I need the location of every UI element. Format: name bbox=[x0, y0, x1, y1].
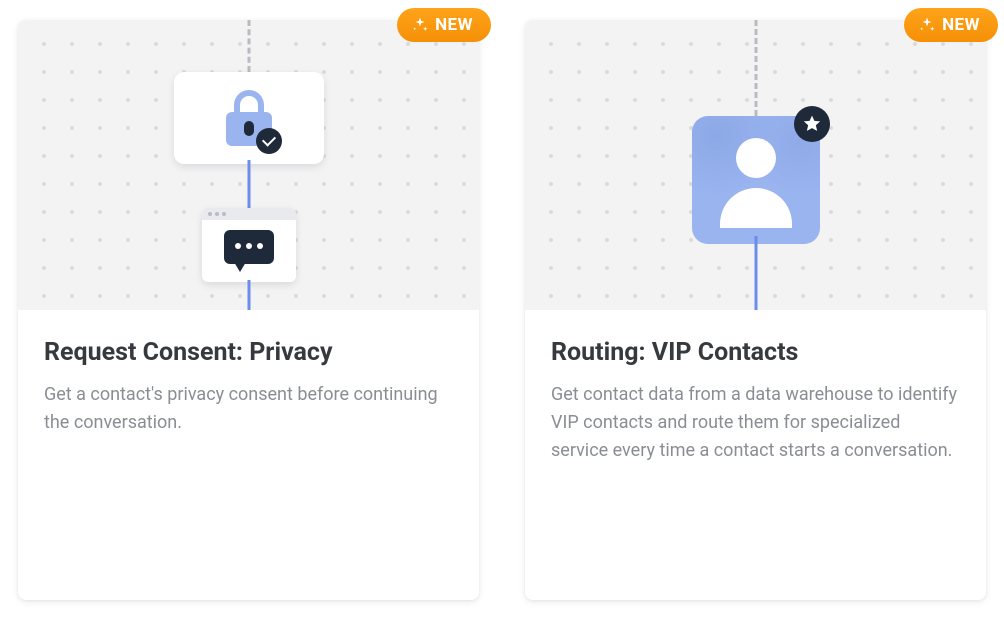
sparkle-icon bbox=[411, 16, 429, 34]
speech-bubble-icon bbox=[224, 230, 274, 264]
card-title: Request Consent: Privacy bbox=[44, 338, 453, 367]
sparkle-icon bbox=[918, 16, 936, 34]
new-badge-label: NEW bbox=[942, 15, 980, 35]
template-card-request-consent[interactable]: NEW Request Consent: Privacy Get a conta… bbox=[18, 20, 479, 600]
card-description: Get a contact's privacy consent before c… bbox=[44, 381, 453, 437]
check-circle-icon bbox=[256, 128, 282, 154]
privacy-lock-card bbox=[174, 72, 324, 164]
new-badge: NEW bbox=[904, 8, 998, 42]
contact-avatar-tile bbox=[692, 116, 820, 244]
card-description: Get contact data from a data warehouse t… bbox=[551, 381, 960, 465]
card-illustration bbox=[18, 20, 479, 310]
chat-window-icon bbox=[202, 208, 296, 282]
new-badge-label: NEW bbox=[435, 15, 473, 35]
new-badge: NEW bbox=[397, 8, 491, 42]
card-illustration bbox=[525, 20, 986, 310]
card-title: Routing: VIP Contacts bbox=[551, 338, 960, 367]
lock-icon bbox=[226, 90, 272, 146]
star-badge-icon bbox=[794, 106, 830, 142]
template-card-routing-vip[interactable]: NEW Routing: VIP Contacts Get contact da… bbox=[525, 20, 986, 600]
person-icon bbox=[736, 138, 776, 178]
